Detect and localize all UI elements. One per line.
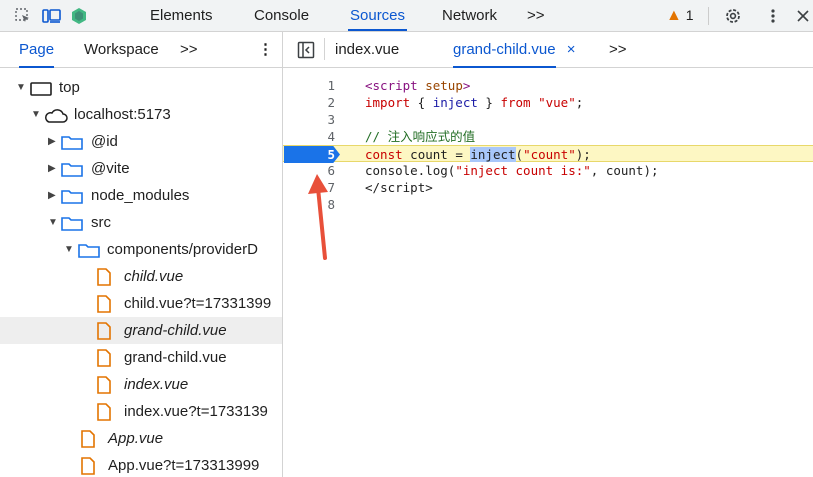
vue-devtools-icon[interactable]: [70, 7, 88, 25]
tree-item-label: src: [91, 214, 111, 231]
code-text: <script setup>: [365, 78, 471, 93]
navigator-tabs: Page Workspace >> ⋮: [0, 32, 282, 68]
tree-item-label: node_modules: [91, 187, 190, 204]
tab-divider: [324, 38, 325, 60]
code-line[interactable]: 7 </script>: [283, 179, 813, 196]
line-number[interactable]: 3: [283, 111, 335, 128]
tab-workspace[interactable]: Workspace: [84, 32, 159, 67]
tree-item-label: index.vue: [124, 376, 189, 393]
selected-word: inject: [470, 147, 516, 162]
code-text: console.log("inject count is:", count);: [365, 163, 659, 178]
tree-item-label: grand-child.vue: [124, 322, 227, 339]
toggle-navigator-icon[interactable]: [297, 41, 315, 59]
tree-item-file[interactable]: child.vue: [0, 263, 282, 290]
tab-page[interactable]: Page: [19, 32, 55, 68]
close-tab-icon[interactable]: ×: [567, 32, 576, 67]
tree-item-label: grand-child.vue: [124, 349, 227, 366]
file-icon: [80, 457, 96, 477]
line-number[interactable]: 5: [283, 146, 335, 163]
expanded-arrow-icon: ▼: [64, 244, 74, 255]
warning-icon: ▲: [666, 7, 682, 24]
navigator-more-button[interactable]: >>: [180, 32, 198, 67]
tree-item-label: @id: [91, 133, 118, 150]
more-tabs-button[interactable]: >>: [527, 0, 545, 31]
tab-grand-child-vue[interactable]: grand-child.vue ×: [453, 32, 580, 68]
code-line-breakpoint[interactable]: 5 const count = inject("count");: [283, 145, 813, 163]
editor-tabs: index.vue grand-child.vue × >>: [283, 32, 813, 68]
code-line[interactable]: 2 import { inject } from "vue";: [283, 94, 813, 111]
tree-item-folder[interactable]: ▼ components/providerD: [0, 236, 282, 263]
tab-network[interactable]: Network: [442, 0, 497, 31]
tree-item-folder[interactable]: ▶ @id: [0, 128, 282, 155]
tree-item-label: localhost:5173: [74, 106, 171, 123]
tree-item-label: components/providerD: [107, 241, 258, 258]
expanded-arrow-icon: ▼: [31, 109, 41, 120]
code-text: </script>: [365, 180, 433, 195]
tree-item-label: @vite: [91, 160, 130, 177]
tree-item-file[interactable]: child.vue?t=17331399: [0, 290, 282, 317]
tree-item-folder[interactable]: ▼ src: [0, 209, 282, 236]
device-toolbar-icon[interactable]: [42, 7, 61, 25]
tree-item-label: child.vue: [124, 268, 184, 285]
tree-item-folder[interactable]: ▶ node_modules: [0, 182, 282, 209]
code-editor: index.vue grand-child.vue × >> 1 <script…: [283, 32, 813, 477]
code-line[interactable]: 4 // 注入响应式的值: [283, 128, 813, 145]
line-number[interactable]: 4: [283, 128, 335, 145]
tree-item-file[interactable]: grand-child.vue: [0, 344, 282, 371]
tree-item-label: App.vue?t=173313999: [108, 457, 260, 474]
code-line[interactable]: 8: [283, 196, 813, 213]
collapsed-arrow-icon: ▶: [48, 190, 56, 201]
tree-item-label: index.vue?t=1733139: [124, 403, 268, 420]
collapsed-arrow-icon: ▶: [48, 163, 56, 174]
tree-item-label: App.vue: [108, 430, 164, 447]
devtools-toolbar: Elements Console Sources Network >> ▲ 1: [0, 0, 813, 32]
tree-item-file[interactable]: App.vue?t=173313999: [0, 452, 282, 477]
code-comment: // 注入响应式的值: [365, 129, 476, 144]
expanded-arrow-icon: ▼: [48, 217, 58, 228]
annotation-arrow-icon: [308, 174, 328, 260]
code-line[interactable]: 1 <script setup>: [283, 77, 813, 94]
line-number[interactable]: 1: [283, 77, 335, 94]
tree-item-label: top: [59, 79, 80, 96]
tree-item-label: child.vue?t=17331399: [124, 295, 272, 312]
code-line[interactable]: 3: [283, 111, 813, 128]
close-icon[interactable]: [794, 7, 812, 25]
tree-item-top[interactable]: ▼ top: [0, 74, 282, 101]
tree-item-file-selected[interactable]: grand-child.vue: [0, 317, 282, 344]
kebab-menu-icon[interactable]: [764, 7, 782, 25]
warnings-counter[interactable]: ▲ 1: [666, 0, 694, 31]
warning-count: 1: [685, 7, 694, 23]
code-text: import { inject } from "vue";: [365, 95, 584, 110]
tree-item-file[interactable]: index.vue: [0, 371, 282, 398]
line-number[interactable]: 2: [283, 94, 335, 111]
tab-label: grand-child.vue: [453, 41, 556, 58]
settings-gear-icon[interactable]: [724, 7, 742, 25]
tree-item-file[interactable]: App.vue: [0, 425, 282, 452]
inspect-element-icon[interactable]: [14, 7, 32, 25]
toolbar-divider: [708, 7, 709, 25]
file-navigator: Page Workspace >> ⋮ ▼ top ▼ localhost:51…: [0, 32, 282, 477]
tab-console[interactable]: Console: [254, 0, 309, 31]
collapsed-arrow-icon: ▶: [48, 136, 56, 147]
tree-item-localhost[interactable]: ▼ localhost:5173: [0, 101, 282, 128]
expanded-arrow-icon: ▼: [16, 82, 26, 93]
more-editor-tabs-button[interactable]: >>: [609, 32, 627, 67]
code-line[interactable]: 6 console.log("inject count is:", count)…: [283, 162, 813, 179]
tab-sources[interactable]: Sources: [348, 0, 408, 31]
tree-item-folder[interactable]: ▶ @vite: [0, 155, 282, 182]
code-text: const count = inject("count");: [365, 147, 591, 162]
tab-elements[interactable]: Elements: [150, 0, 213, 31]
tree-item-file[interactable]: index.vue?t=1733139: [0, 398, 282, 425]
navigator-menu-icon[interactable]: ⋮: [258, 32, 273, 67]
tab-index-vue[interactable]: index.vue: [335, 32, 399, 67]
